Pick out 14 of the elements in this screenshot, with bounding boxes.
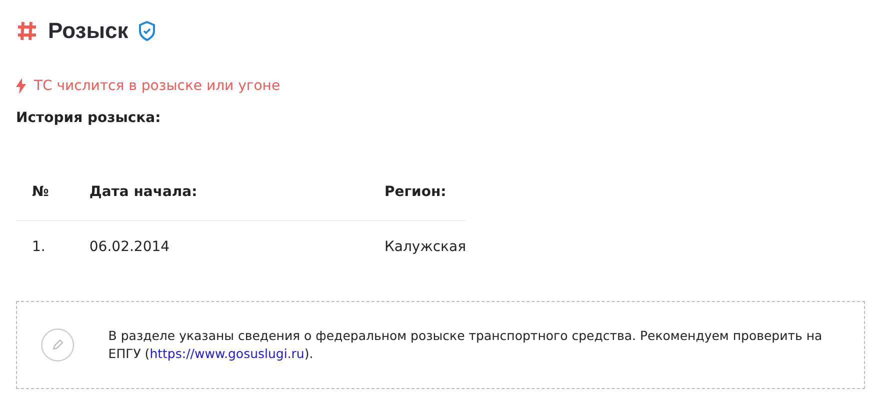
table-cell: 1. <box>16 220 74 265</box>
note-text: В разделе указаны сведения о федеральном розыске транспортного средства. Рекомендуем проверить на ЕПГУ (https://www.gosuslugi.ru). <box>108 327 824 363</box>
column-header: Регион: <box>368 174 466 220</box>
table-cell: Калужская <box>368 220 466 265</box>
alert-text: ТС числится в розыске или угоне <box>34 78 280 94</box>
link[interactable]: https://www.gosuslugi.ru <box>150 346 304 361</box>
lightning-icon <box>16 78 26 94</box>
shield-check-icon <box>138 21 156 41</box>
column-header: № <box>16 174 74 220</box>
table-cell: 06.02.2014 <box>73 220 368 265</box>
history-title: История розыска: <box>16 110 162 126</box>
hash-icon <box>16 20 38 42</box>
section-title: Розыск <box>48 18 128 44</box>
column-header: Дата начала: <box>73 174 368 220</box>
